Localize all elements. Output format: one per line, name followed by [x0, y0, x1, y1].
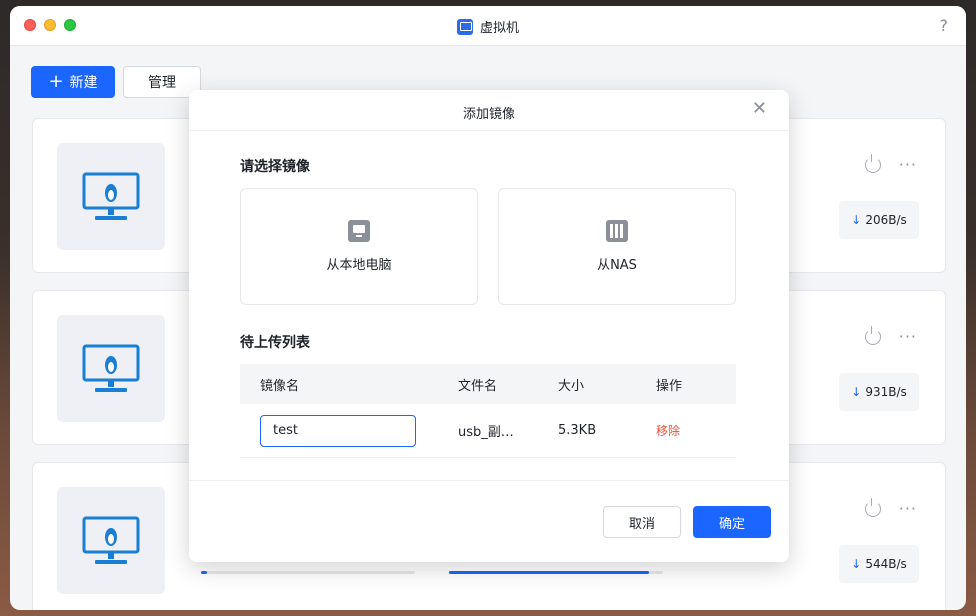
source-nas[interactable]: 从NAS [498, 188, 736, 305]
file-name-cell: usb_副… [458, 425, 514, 440]
close-icon[interactable]: ✕ [752, 100, 767, 118]
more-icon[interactable]: ··· [899, 327, 917, 346]
computer-icon [348, 220, 370, 242]
size-cell: 5.3KB [558, 423, 597, 438]
cpu-usage-bar [201, 571, 415, 574]
source-label: 从NAS [597, 258, 637, 273]
plus-icon: + [48, 71, 64, 92]
memory-usage-bar [449, 571, 663, 574]
toolbar: + 新建 管理 [31, 66, 201, 98]
more-icon[interactable]: ··· [899, 155, 917, 174]
vm-thumbnail [57, 487, 165, 594]
linux-monitor-icon [82, 516, 140, 564]
linux-monitor-icon [82, 172, 140, 220]
arrow-down-icon: ↓ [851, 213, 862, 227]
upload-queue-heading: 待上传列表 [240, 335, 310, 351]
linux-monitor-icon [82, 344, 140, 392]
select-image-heading: 请选择镜像 [240, 159, 310, 175]
memory-usage-fill [449, 571, 649, 574]
column-header: 大小 [558, 378, 585, 394]
window-title: 虚拟机 [479, 21, 519, 36]
nas-icon [606, 220, 628, 242]
download-rate-value: 931B/s [865, 385, 907, 399]
column-header: 镜像名 [260, 378, 300, 394]
cpu-usage-fill [201, 571, 207, 574]
confirm-button[interactable]: 确定 [693, 506, 771, 538]
vm-thumbnail [57, 143, 165, 250]
help-icon[interactable]: ? [940, 16, 949, 35]
table-row: usb_副… 5.3KB 移除 [240, 404, 736, 458]
image-name-cell [240, 414, 458, 447]
virtual-machine-icon [456, 18, 473, 35]
new-button[interactable]: + 新建 [31, 66, 115, 98]
action-cell: 移除 [656, 422, 736, 439]
remove-link[interactable]: 移除 [656, 424, 680, 438]
arrow-down-icon: ↓ [851, 557, 862, 571]
image-name-input[interactable] [260, 414, 416, 447]
download-rate: ↓ 206B/s [839, 201, 919, 239]
table-header: 镜像名 文件名 大小 操作 [240, 364, 736, 404]
new-button-label: 新建 [69, 75, 98, 91]
power-icon[interactable] [864, 497, 881, 517]
download-rate: ↓ 544B/s [839, 545, 919, 583]
vm-actions: ··· [864, 153, 917, 174]
window-title-group: 虚拟机 [10, 17, 966, 36]
column-header: 操作 [656, 378, 683, 394]
download-rate-value: 206B/s [865, 213, 907, 227]
vm-thumbnail [57, 315, 165, 422]
dialog-footer: 取消 确定 [189, 480, 789, 562]
download-rate-value: 544B/s [865, 557, 907, 571]
add-image-dialog: 添加镜像 ✕ 请选择镜像 从本地电脑 从NAS 待上传列表 镜像名 文件名 大小… [189, 90, 789, 562]
dialog-header: 添加镜像 ✕ [189, 90, 789, 131]
source-label: 从本地电脑 [326, 258, 392, 273]
power-icon[interactable] [864, 325, 881, 345]
arrow-down-icon: ↓ [851, 385, 862, 399]
source-local-computer[interactable]: 从本地电脑 [240, 188, 478, 305]
title-bar: 虚拟机 ? [10, 6, 966, 46]
upload-table: 镜像名 文件名 大小 操作 usb_副… 5.3KB 移除 [240, 364, 736, 458]
more-icon[interactable]: ··· [899, 499, 917, 518]
column-header: 文件名 [458, 378, 498, 394]
vm-actions: ··· [864, 325, 917, 346]
download-rate: ↓ 931B/s [839, 373, 919, 411]
cancel-button[interactable]: 取消 [603, 506, 681, 538]
vm-actions: ··· [864, 497, 917, 518]
dialog-title: 添加镜像 [462, 107, 515, 122]
power-icon[interactable] [864, 153, 881, 173]
